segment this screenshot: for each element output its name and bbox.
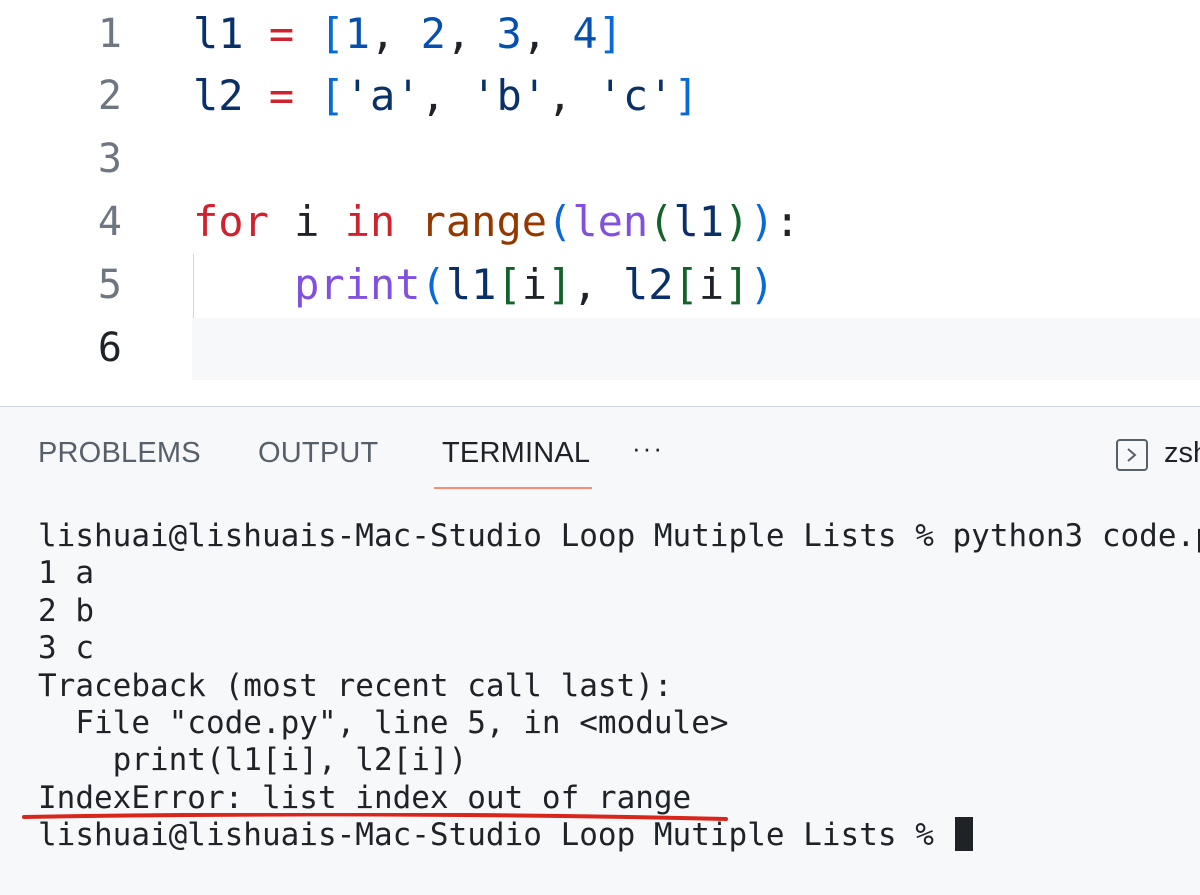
code-token: ( bbox=[547, 197, 573, 246]
code-token: , bbox=[445, 9, 497, 58]
line-number: 2 bbox=[97, 73, 122, 119]
tab-output[interactable]: OUTPUT bbox=[258, 437, 378, 470]
code-token: 'a' bbox=[344, 71, 421, 120]
code-token: [ bbox=[319, 71, 345, 120]
code-token: print bbox=[294, 260, 421, 309]
code-token: ) bbox=[749, 197, 775, 246]
code-token: 4 bbox=[572, 9, 598, 58]
line-number: 1 bbox=[97, 11, 122, 57]
code-token: ] bbox=[673, 71, 699, 120]
terminal-cursor bbox=[954, 817, 973, 852]
code-token: l1 bbox=[673, 197, 725, 246]
code-token: : bbox=[774, 197, 800, 246]
terminal-line: 2 b bbox=[38, 592, 94, 629]
line-number: 5 bbox=[97, 262, 122, 308]
terminal-line: 3 c bbox=[38, 630, 94, 667]
terminal-icon[interactable] bbox=[1116, 439, 1148, 471]
terminal-line: 1 a bbox=[38, 555, 94, 592]
error-underline bbox=[22, 813, 728, 821]
code-line-2[interactable]: 2 l2 = ['a', 'b', 'c'] bbox=[0, 64, 1200, 128]
code-token: l2 bbox=[622, 260, 674, 309]
code-token: for bbox=[193, 197, 269, 246]
code-line-3[interactable]: 3 bbox=[0, 127, 1200, 191]
line-number: 3 bbox=[97, 136, 122, 182]
code-token: ] bbox=[597, 9, 623, 58]
terminal-output[interactable]: lishuai@lishuais-Mac-Studio Loop Mutiple… bbox=[38, 518, 1200, 855]
shell-name[interactable]: zsh bbox=[1164, 437, 1200, 470]
code-token: 1 bbox=[344, 9, 371, 58]
code-text[interactable]: l2 = ['a', 'b', 'c'] bbox=[193, 64, 699, 128]
code-token: = bbox=[268, 71, 295, 120]
code-token: ] bbox=[547, 260, 573, 309]
code-token: l1 bbox=[193, 9, 244, 58]
bottom-panel: PROBLEMS OUTPUT TERMINAL ··· zsh lishuai… bbox=[0, 406, 1200, 895]
code-line-5[interactable]: 5 print(l1[i], l2[i]) bbox=[0, 253, 1200, 317]
code-token: 'c' bbox=[597, 71, 674, 120]
terminal-line: File "code.py", line 5, in <module> bbox=[38, 704, 729, 741]
tab-terminal[interactable]: TERMINAL bbox=[442, 437, 590, 470]
code-token: i bbox=[268, 197, 345, 246]
tab-problems[interactable]: PROBLEMS bbox=[38, 437, 201, 470]
code-token: , bbox=[547, 71, 598, 120]
code-line-1[interactable]: 1 l1 = [1, 2, 3, 4] bbox=[0, 2, 1200, 66]
code-line-4[interactable]: 4 for i in range(len(l1)): bbox=[0, 190, 1200, 254]
terminal-line: lishuai@lishuais-Mac-Studio Loop Mutiple… bbox=[38, 518, 1200, 554]
code-token: i bbox=[521, 260, 548, 309]
code-token: ) bbox=[724, 197, 750, 246]
code-token: 2 bbox=[420, 9, 446, 58]
chevron-right-icon bbox=[1127, 448, 1137, 462]
code-token: [ bbox=[496, 260, 522, 309]
active-tab-indicator bbox=[434, 487, 592, 489]
code-token: l2 bbox=[193, 71, 244, 120]
code-token: , bbox=[572, 260, 623, 309]
terminal-line: Traceback (most recent call last): bbox=[38, 667, 673, 704]
more-actions-button[interactable]: ··· bbox=[632, 433, 664, 464]
code-token: len bbox=[572, 197, 649, 246]
code-token: ( bbox=[420, 260, 446, 309]
prompt-text: lishuai@lishuais-Mac-Studio Loop Mutiple… bbox=[38, 817, 953, 854]
code-text[interactable]: for i in range(len(l1)): bbox=[193, 190, 800, 254]
error-line: IndexError: list index out of range bbox=[38, 779, 692, 816]
code-token: , bbox=[370, 9, 421, 58]
code-token: 'b' bbox=[471, 71, 548, 120]
code-token: [ bbox=[673, 260, 699, 309]
code-token: ) bbox=[749, 260, 775, 309]
line-number: 4 bbox=[97, 199, 122, 245]
code-token: = bbox=[268, 9, 295, 58]
code-text[interactable]: print(l1[i], l2[i]) bbox=[193, 253, 775, 317]
line-number-active: 6 bbox=[97, 325, 122, 371]
code-token: i bbox=[698, 260, 725, 309]
code-token: 3 bbox=[496, 9, 522, 58]
code-token: in bbox=[344, 197, 396, 246]
code-token: l1 bbox=[445, 260, 497, 309]
code-token: ( bbox=[648, 197, 674, 246]
code-line-6[interactable]: 6 bbox=[0, 316, 1200, 380]
code-editor[interactable]: 1 l1 = [1, 2, 3, 4] 2 l2 = ['a', 'b', 'c… bbox=[0, 0, 1200, 406]
code-token: ] bbox=[724, 260, 750, 309]
terminal-line: print(l1[i], l2[i]) bbox=[38, 742, 468, 779]
terminal-prompt-line[interactable]: lishuai@lishuais-Mac-Studio Loop Mutiple… bbox=[38, 817, 1200, 854]
code-token: [ bbox=[319, 9, 345, 58]
code-text[interactable]: l1 = [1, 2, 3, 4] bbox=[193, 2, 623, 66]
code-token: range bbox=[420, 197, 548, 246]
code-token: , bbox=[420, 71, 472, 120]
code-token: , bbox=[521, 9, 573, 58]
